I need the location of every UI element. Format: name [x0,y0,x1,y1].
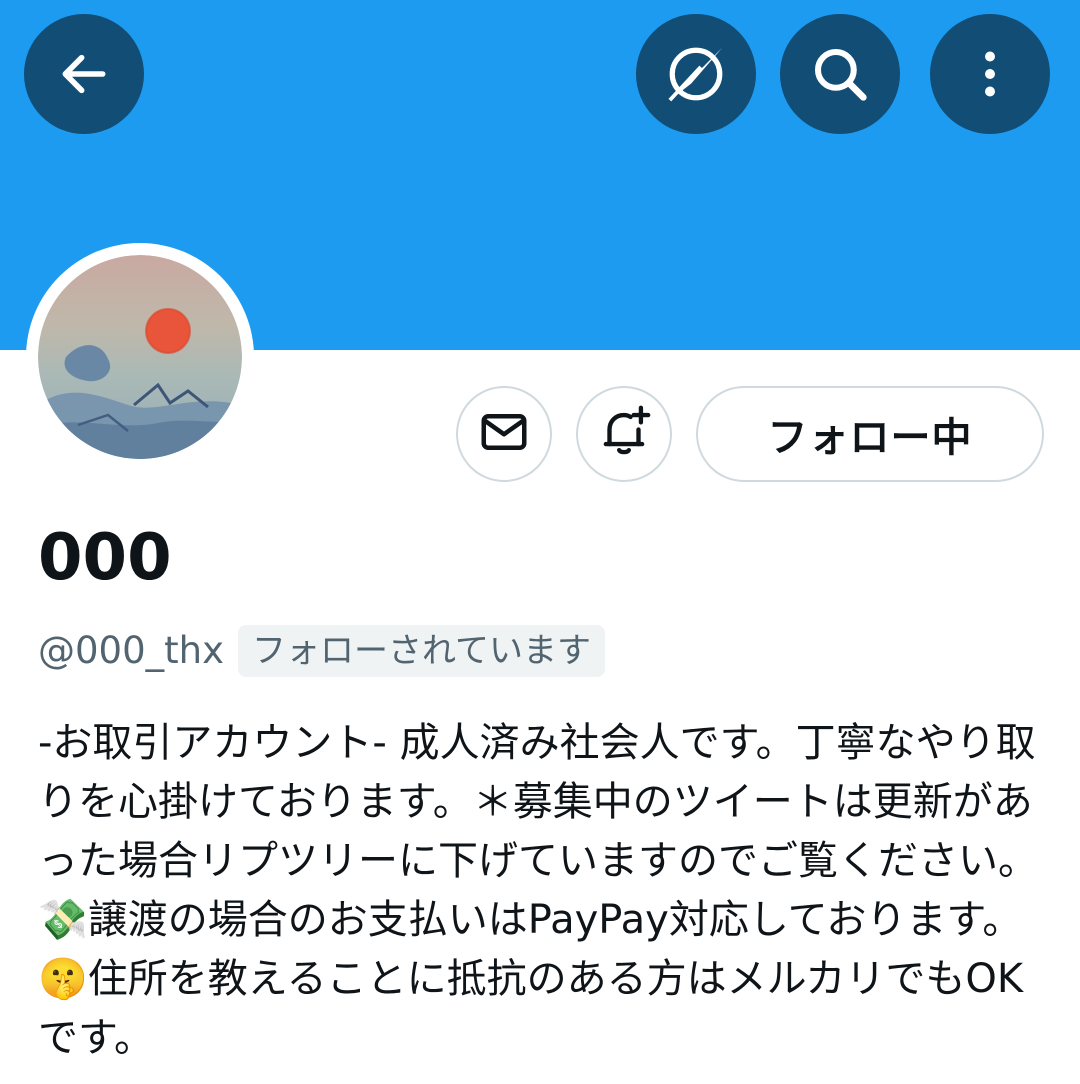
profile-bio: -お取引アカウント- 成人済み社会人です。丁寧なやり取りを心掛けております。＊募… [38,720,1038,1061]
following-button[interactable]: フォロー中 [696,386,1044,482]
avatar-image [38,255,242,459]
user-handle: @000_thx [38,629,224,672]
search-button[interactable] [780,14,900,134]
message-button[interactable] [456,386,552,482]
more-button[interactable] [930,14,1050,134]
mail-icon [477,405,531,463]
follows-you-badge: フォローされています [237,625,605,677]
search-icon [807,41,873,107]
arrow-left-icon [56,46,112,102]
handle-row: @000_thx フォローされています [38,624,605,678]
back-button[interactable] [24,14,144,134]
bell-plus-icon [595,403,653,465]
explore-button[interactable] [636,14,756,134]
avatar[interactable] [26,243,254,471]
compass-icon [658,36,734,112]
more-vertical-icon [960,44,1020,104]
display-name: 000 [38,521,172,595]
notifications-button[interactable] [576,386,672,482]
